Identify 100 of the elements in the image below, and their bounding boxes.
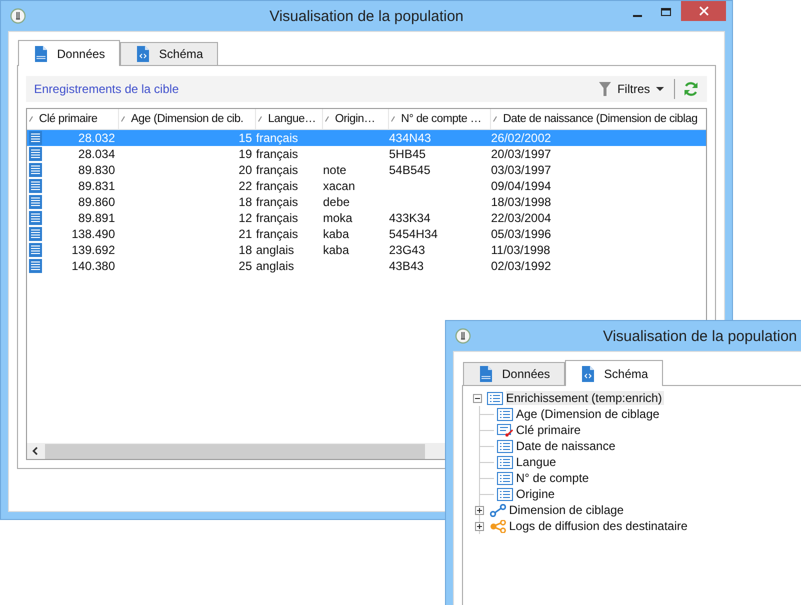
record-icon [29, 259, 42, 273]
table-cell: xacan [323, 179, 356, 193]
record-icon [29, 227, 42, 241]
record-icon [29, 163, 42, 177]
table-cell: 18 [238, 195, 252, 209]
table-cell: 15 [238, 131, 252, 145]
table-cell: français [256, 211, 298, 225]
link-icon [490, 504, 506, 516]
table-cell: 139.692 [72, 242, 115, 258]
record-icon [29, 195, 42, 209]
table-cell: 5HB45 [389, 147, 426, 161]
table-cell: français [256, 195, 298, 209]
filter-button[interactable]: Filtres [595, 82, 668, 96]
table-cell: 28.032 [78, 130, 115, 146]
sql-file-icon [35, 46, 47, 62]
code-file-icon [137, 46, 150, 62]
tab[interactable]: Schéma [120, 42, 218, 65]
table-row[interactable]: 89.831 22 français xacan 09/04/1994 [27, 178, 706, 194]
table-cell: français [256, 163, 298, 177]
share-icon [490, 520, 506, 532]
tree-item[interactable]: Clé primaire [516, 423, 583, 437]
window-title: Visualisation de la population [602, 328, 798, 344]
record-icon [29, 243, 42, 257]
table-cell: note [323, 163, 346, 177]
sort-icon [258, 116, 262, 122]
table-cell: anglais [256, 259, 294, 273]
sort-icon [325, 116, 329, 122]
chevron-left-icon [32, 447, 38, 455]
table-cell: français [256, 147, 298, 161]
sql-file-icon [480, 366, 492, 382]
tree-item[interactable]: Enrichissement (temp:enrich) [506, 391, 664, 405]
table-cell: 12 [238, 211, 252, 225]
table-cell: 03/03/1997 [491, 163, 552, 177]
list-icon [497, 440, 513, 452]
refresh-icon[interactable] [683, 81, 699, 97]
table-cell: 20 [238, 163, 252, 177]
table-cell: moka [323, 211, 352, 225]
table-cell: kaba [323, 243, 350, 257]
list-icon [497, 472, 513, 484]
tree-item[interactable]: Origine [516, 487, 557, 501]
sort-icon [121, 116, 125, 122]
record-icon [29, 211, 42, 225]
collapse-icon[interactable] [473, 394, 482, 402]
list-key-icon [497, 424, 513, 436]
table-row[interactable]: 138.490 21 français kaba 5454H34 05/03/1996 [27, 226, 706, 242]
table-cell: 22/03/2004 [491, 211, 552, 225]
app-icon [455, 328, 471, 344]
table-cell: debe [323, 195, 350, 209]
table-cell: 433K34 [389, 211, 430, 225]
table-cell: 89.860 [78, 194, 115, 210]
tab[interactable]: Schéma [565, 360, 664, 386]
table-cell: 43B43 [389, 259, 424, 273]
record-icon [29, 179, 42, 193]
table-cell: 140.380 [72, 258, 115, 274]
table-row[interactable]: 89.830 20 français note 54B545 03/03/1997 [27, 162, 706, 178]
list-icon [497, 488, 513, 500]
close-button[interactable] [681, 1, 726, 21]
code-file-icon [582, 366, 594, 382]
window-title: Visualisation de la population [269, 8, 464, 24]
app-icon [10, 8, 26, 24]
table-cell: 05/03/1996 [491, 227, 552, 241]
table-cell: 54B545 [389, 163, 430, 177]
tree-item[interactable]: Age (Dimension de ciblage [516, 407, 662, 421]
table-row[interactable]: 89.891 12 français moka 433K34 22/03/2004 [27, 210, 706, 226]
table-cell: 18 [238, 243, 252, 257]
tree-item[interactable]: Logs de diffusion des destinataire [509, 519, 690, 533]
tab[interactable]: Données [18, 40, 120, 66]
tree-item[interactable]: Dimension de ciblage [509, 503, 626, 517]
table-cell: 89.831 [78, 178, 115, 194]
section-title: Enregistrements de la cible [34, 82, 179, 96]
table-row[interactable]: 89.860 18 français debe 18/03/1998 [27, 194, 706, 210]
table-row[interactable]: 28.034 19 français 5HB45 20/03/1997 [27, 146, 706, 162]
table-row[interactable]: 139.692 18 anglais kaba 23G43 11/03/1998 [27, 242, 706, 258]
table-cell: 23G43 [389, 243, 426, 257]
sort-icon [493, 116, 497, 122]
table-cell: 28.034 [78, 146, 115, 162]
expand-icon[interactable] [475, 506, 484, 514]
list-icon [487, 392, 503, 404]
expand-icon[interactable] [475, 522, 484, 530]
table-cell: 09/04/1994 [491, 179, 552, 193]
table-cell: 434N43 [389, 131, 432, 145]
table-cell: 20/03/1997 [491, 147, 552, 161]
tree-item[interactable]: Date de naissance [516, 439, 618, 453]
tab[interactable]: Données [463, 362, 566, 385]
sort-icon [29, 116, 33, 122]
table-cell: anglais [256, 243, 294, 257]
table-cell: kaba [323, 227, 350, 241]
list-icon [497, 456, 513, 468]
sort-icon [391, 116, 395, 122]
table-cell: 5454H34 [389, 227, 438, 241]
table-cell: 21 [238, 227, 252, 241]
caret-icon [656, 87, 664, 91]
close-icon [698, 6, 708, 16]
table-row[interactable]: 140.380 25 anglais 43B43 02/03/1992 [27, 258, 706, 274]
table-cell: 89.830 [78, 162, 115, 178]
tree-item[interactable]: Langue [516, 455, 558, 469]
table-cell: 22 [238, 179, 252, 193]
filter-icon [599, 82, 612, 96]
tree-item[interactable]: N° de compte [516, 471, 591, 485]
record-icon [29, 131, 42, 145]
